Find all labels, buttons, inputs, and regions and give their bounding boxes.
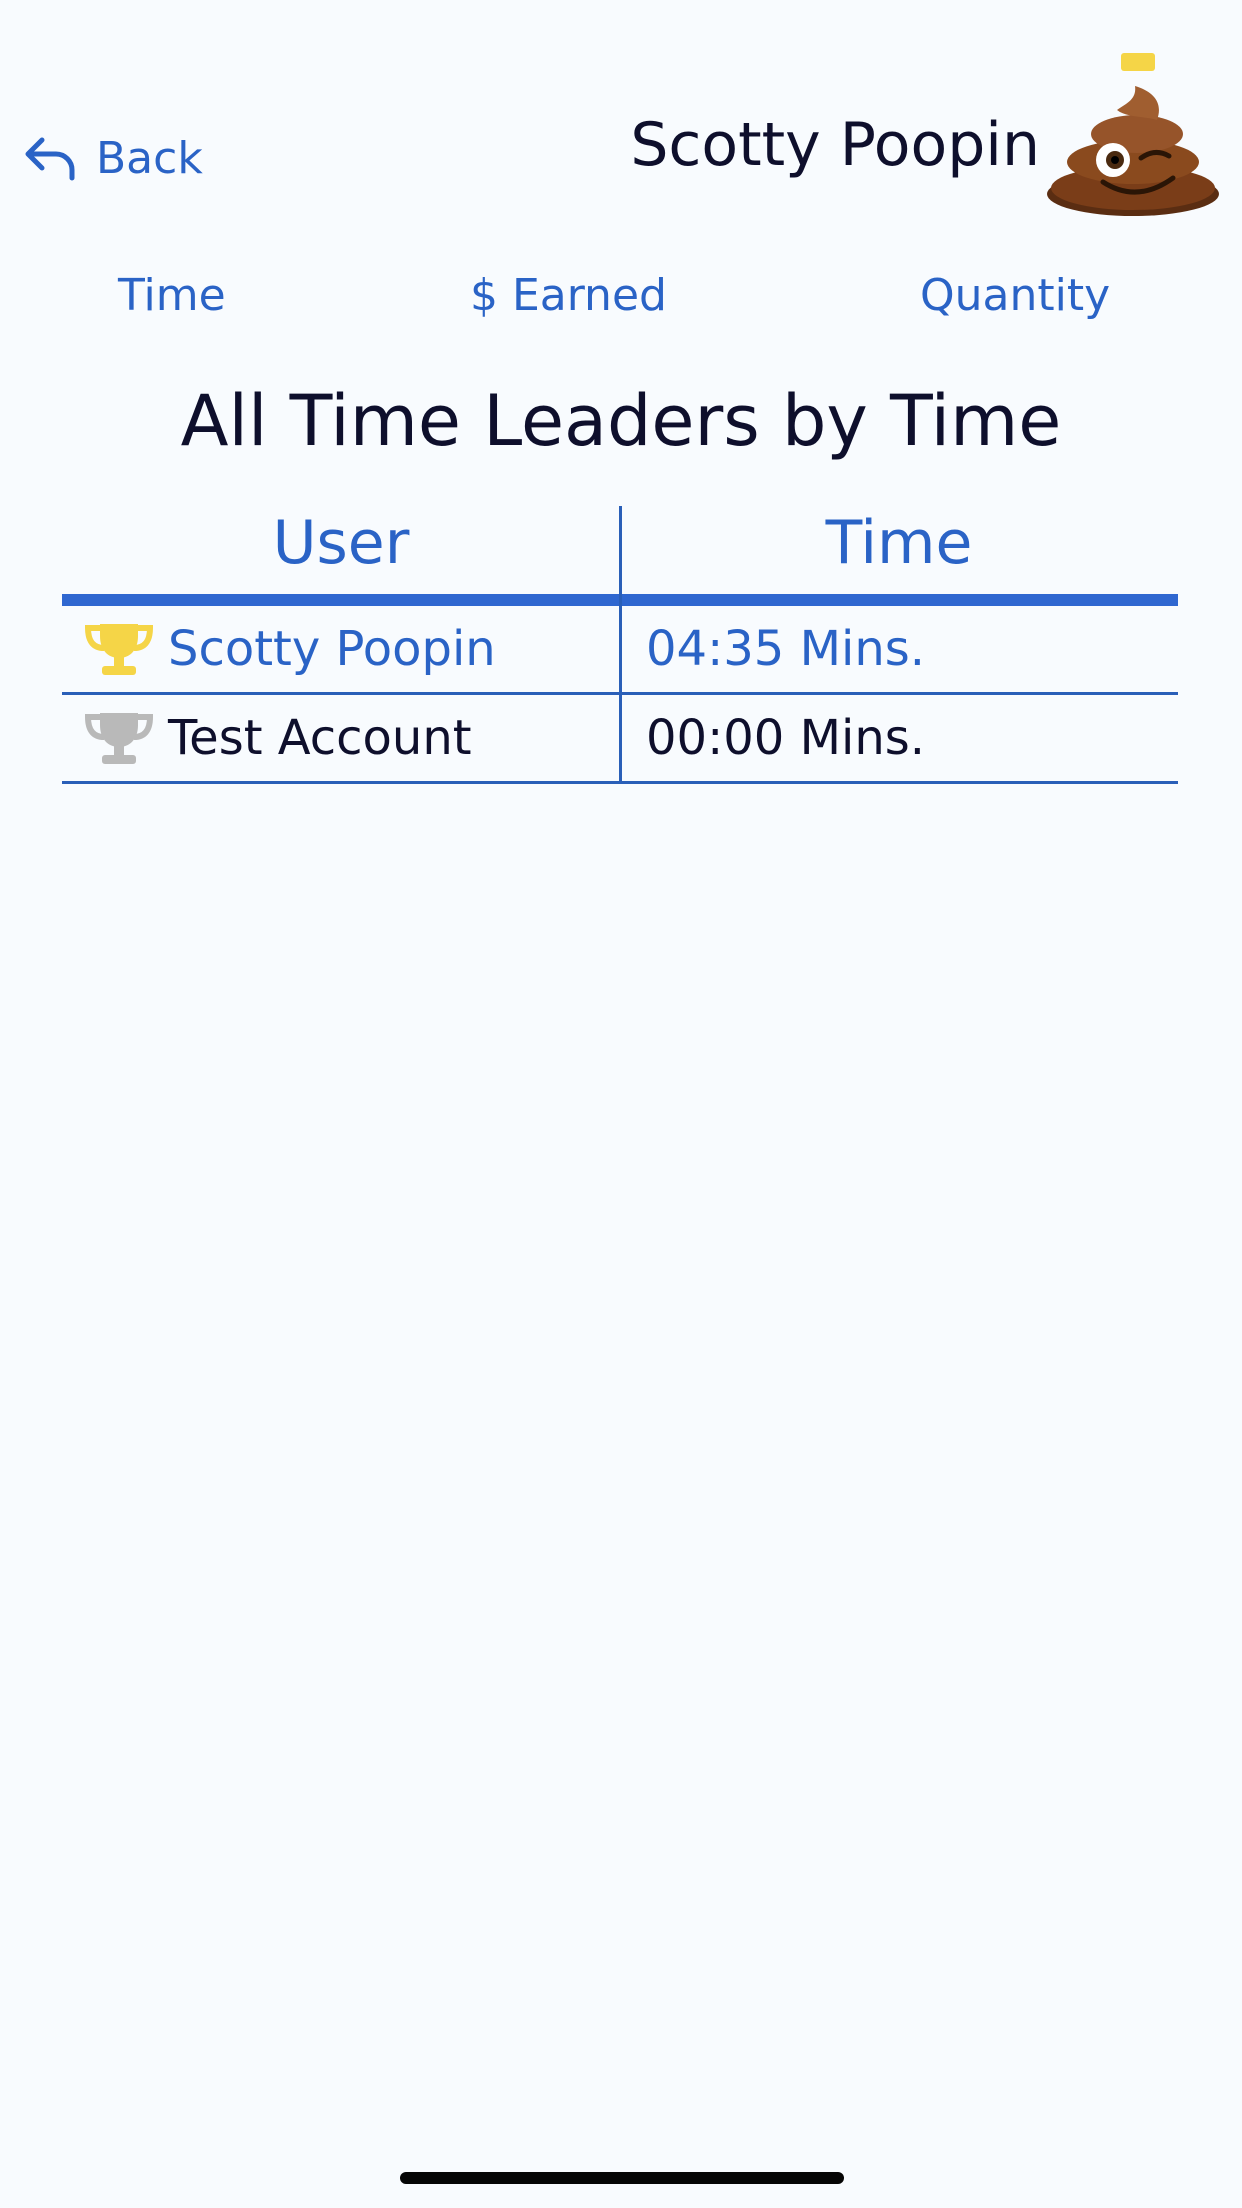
back-button[interactable]: Back (22, 128, 203, 188)
home-indicator[interactable] (400, 2172, 844, 2184)
gold-trophy-icon (84, 624, 154, 675)
back-arrow-icon (25, 137, 75, 181)
table-row[interactable]: Test Account 00:00 Mins. (62, 695, 1178, 784)
user-cell: Scotty Poopin (62, 620, 620, 678)
poop-emoji-wink-icon[interactable] (1045, 82, 1221, 218)
tab-earned[interactable]: $ Earned (470, 270, 667, 321)
user-cell: Test Account (62, 709, 620, 767)
page-title: Scotty Poopin (630, 110, 1040, 180)
section-title: All Time Leaders by Time (180, 380, 1062, 462)
column-header-user: User (272, 508, 410, 578)
user-name: Scotty Poopin (168, 621, 496, 677)
time-cell: 00:00 Mins. (646, 710, 926, 766)
tab-quantity[interactable]: Quantity (920, 270, 1110, 321)
user-name: Test Account (168, 710, 472, 766)
time-cell: 04:35 Mins. (646, 621, 926, 677)
battery-icon (1121, 53, 1155, 71)
table-row[interactable]: Scotty Poopin 04:35 Mins. (62, 606, 1178, 695)
back-label: Back (96, 132, 203, 184)
leaderboard-table: User Time Scotty Poopin 04:35 Mins. Test… (62, 506, 1178, 784)
silver-trophy-icon (84, 713, 154, 764)
tab-time[interactable]: Time (118, 270, 226, 321)
leaderboard-tabs: Time $ Earned Quantity (0, 270, 1242, 340)
column-header-time: Time (825, 508, 973, 578)
table-header: User Time (62, 506, 1178, 594)
